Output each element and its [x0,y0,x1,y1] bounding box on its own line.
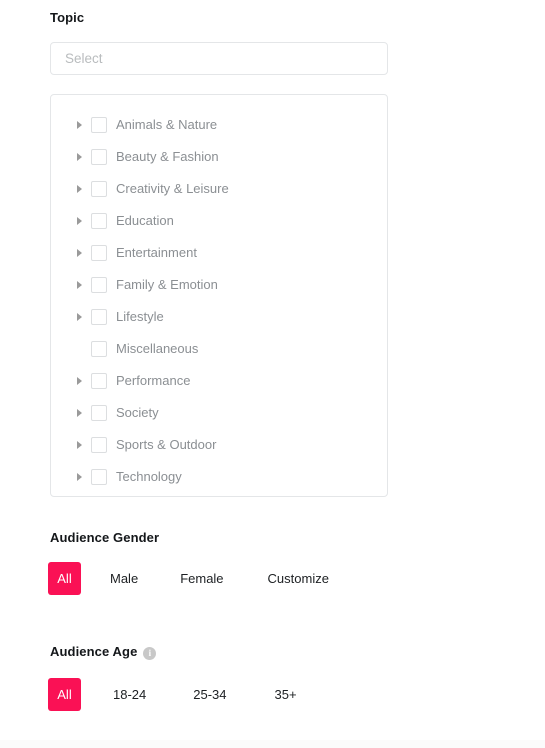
audience-age-options: All 18-24 25-34 35+ [48,678,309,711]
topic-tree-container: Animals & Nature Beauty & Fashion Creativi… [50,94,388,497]
topic-item-label: Family & Emotion [116,277,218,292]
topic-checkbox[interactable] [91,277,107,293]
topic-row[interactable]: Performance [51,365,387,397]
topic-item-label: Entertainment [116,245,197,260]
expand-triangle-icon[interactable] [71,217,87,225]
audience-gender-section-label: Audience Gender [50,530,160,545]
topic-row[interactable]: Society [51,397,387,429]
expand-triangle-icon[interactable] [71,473,87,481]
expand-triangle-icon[interactable] [71,153,87,161]
topic-item-label: Beauty & Fashion [116,149,219,164]
topic-item-label: Lifestyle [116,309,164,324]
audience-gender-option-female[interactable]: Female [168,562,235,595]
audience-gender-option-male[interactable]: Male [98,562,150,595]
topic-tree-list: Animals & Nature Beauty & Fashion Creativi… [51,95,387,493]
topic-checkbox[interactable] [91,437,107,453]
topic-item-label: Animals & Nature [116,117,218,132]
topic-item-label: Creativity & Leisure [116,181,229,196]
audience-gender-option-all[interactable]: All [48,562,81,595]
topic-item-label: Miscellaneous [116,341,199,356]
topic-checkbox[interactable] [91,181,107,197]
topic-row[interactable]: Lifestyle [51,301,387,333]
expand-triangle-icon[interactable] [71,313,87,321]
topic-select-input[interactable]: Select [50,42,388,75]
topic-row[interactable]: Family & Emotion [51,269,387,301]
audience-age-option-all[interactable]: All [48,678,81,711]
topic-checkbox[interactable] [91,469,107,485]
topic-checkbox[interactable] [91,213,107,229]
audience-gender-options: All Male Female Customize [48,562,341,595]
topic-row[interactable]: Creativity & Leisure [51,173,387,205]
audience-age-section-label: Audience Age i [50,644,157,660]
expand-triangle-icon[interactable] [71,441,87,449]
topic-row[interactable]: Beauty & Fashion [51,141,387,173]
filter-panel: Topic Select Animals & Nature Beauty & Fa… [0,0,545,748]
topic-item-label: Education [116,213,174,228]
topic-select-placeholder: Select [65,50,103,66]
topic-checkbox[interactable] [91,405,107,421]
topic-section-label: Topic [50,10,85,25]
bottom-edge [0,740,545,748]
topic-row[interactable]: Entertainment [51,237,387,269]
topic-row[interactable]: Sports & Outdoor [51,429,387,461]
topic-row[interactable]: Technology [51,461,387,493]
topic-item-label: Technology [116,469,182,484]
topic-checkbox[interactable] [91,373,107,389]
expand-triangle-icon[interactable] [71,409,87,417]
expand-triangle-icon[interactable] [71,249,87,257]
topic-checkbox[interactable] [91,341,107,357]
topic-checkbox[interactable] [91,117,107,133]
topic-item-label: Sports & Outdoor [116,437,217,452]
topic-checkbox[interactable] [91,149,107,165]
topic-item-label: Performance [116,373,191,388]
audience-age-label-text: Audience Age [50,644,138,659]
topic-checkbox[interactable] [91,245,107,261]
audience-age-option-25-34[interactable]: 25-34 [181,678,238,711]
expand-triangle-icon[interactable] [71,121,87,129]
audience-gender-option-customize[interactable]: Customize [256,562,341,595]
expand-triangle-icon[interactable] [71,377,87,385]
topic-row[interactable]: Miscellaneous [51,333,387,365]
topic-row[interactable]: Education [51,205,387,237]
topic-item-label: Society [116,405,159,420]
info-icon[interactable]: i [143,646,157,660]
audience-age-option-18-24[interactable]: 18-24 [101,678,158,711]
expand-triangle-icon[interactable] [71,281,87,289]
expand-triangle-icon[interactable] [71,185,87,193]
topic-checkbox[interactable] [91,309,107,325]
audience-age-option-35-[interactable]: 35+ [263,678,309,711]
topic-row[interactable]: Animals & Nature [51,109,387,141]
